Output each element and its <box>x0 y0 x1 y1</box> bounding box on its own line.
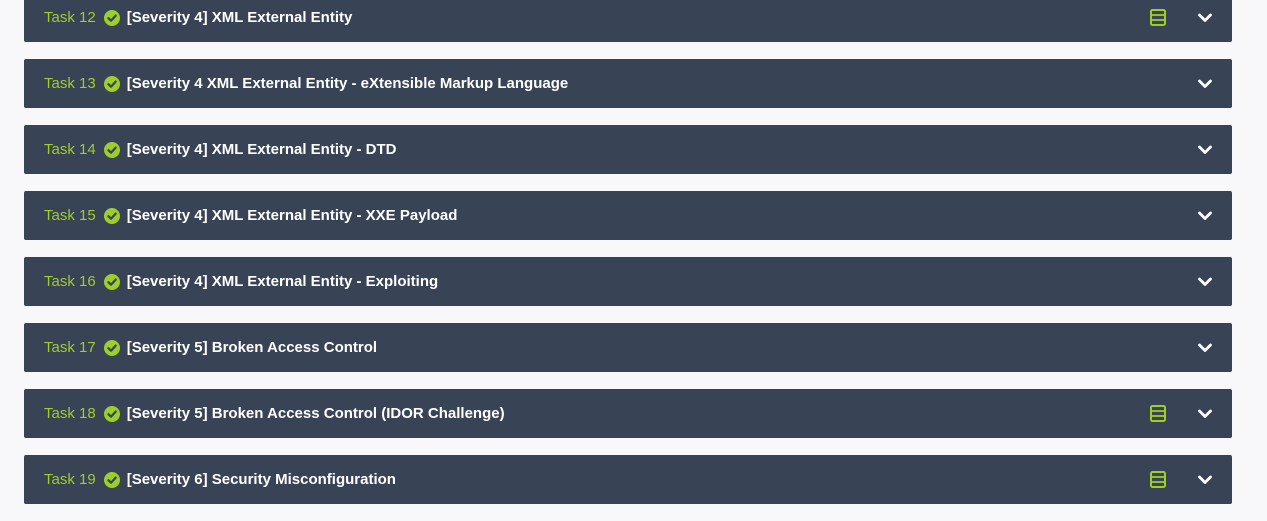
check-circle-icon <box>103 273 120 290</box>
chevron-down-icon[interactable] <box>1197 274 1213 290</box>
check-circle-icon <box>103 207 120 224</box>
check-circle-icon <box>103 405 120 422</box>
task-row-19[interactable]: Task 19 [Severity 6] Security Misconfigu… <box>24 455 1232 504</box>
task-title: [Severity 5] Broken Access Control (IDOR… <box>126 405 505 422</box>
check-circle-icon <box>103 75 120 92</box>
task-row-15[interactable]: Task 15 [Severity 4] XML External Entity… <box>24 191 1232 240</box>
task-number: Task 12 <box>44 9 96 26</box>
check-circle-icon <box>103 339 120 356</box>
chevron-down-icon[interactable] <box>1197 208 1213 224</box>
task-title: [Severity 4] XML External Entity - Explo… <box>126 273 439 290</box>
chevron-down-icon[interactable] <box>1197 76 1213 92</box>
task-title: [Severity 4] XML External Entity <box>126 9 353 26</box>
task-row-13[interactable]: Task 13 [Severity 4 XML External Entity … <box>24 59 1232 108</box>
task-number: Task 13 <box>44 75 96 92</box>
task-title: [Severity 5] Broken Access Control <box>126 339 378 356</box>
chevron-down-icon[interactable] <box>1197 340 1213 356</box>
server-icon <box>1150 405 1166 422</box>
task-row-17[interactable]: Task 17 [Severity 5] Broken Access Contr… <box>24 323 1232 372</box>
task-row-14[interactable]: Task 14 [Severity 4] XML External Entity… <box>24 125 1232 174</box>
task-title: [Severity 6] Security Misconfiguration <box>126 471 396 488</box>
check-circle-icon <box>103 141 120 158</box>
chevron-down-icon[interactable] <box>1197 10 1213 26</box>
chevron-down-icon[interactable] <box>1197 406 1213 422</box>
task-number: Task 19 <box>44 471 96 488</box>
task-row-16[interactable]: Task 16 [Severity 4] XML External Entity… <box>24 257 1232 306</box>
task-number: Task 15 <box>44 207 96 224</box>
server-icon <box>1150 471 1166 488</box>
task-row-12[interactable]: Task 12 [Severity 4] XML External Entity <box>24 0 1232 42</box>
check-circle-icon <box>103 471 120 488</box>
task-number: Task 14 <box>44 141 96 158</box>
chevron-down-icon[interactable] <box>1197 142 1213 158</box>
task-list: Task 12 [Severity 4] XML External Entity… <box>24 0 1232 521</box>
task-number: Task 17 <box>44 339 96 356</box>
task-title: [Severity 4] XML External Entity - DTD <box>126 141 397 158</box>
check-circle-icon <box>103 9 120 26</box>
chevron-down-icon[interactable] <box>1197 472 1213 488</box>
task-number: Task 16 <box>44 273 96 290</box>
task-row-18[interactable]: Task 18 [Severity 5] Broken Access Contr… <box>24 389 1232 438</box>
server-icon <box>1150 9 1166 26</box>
task-title: [Severity 4] XML External Entity - XXE P… <box>126 207 458 224</box>
task-title: [Severity 4 XML External Entity - eXtens… <box>126 75 569 92</box>
task-number: Task 18 <box>44 405 96 422</box>
